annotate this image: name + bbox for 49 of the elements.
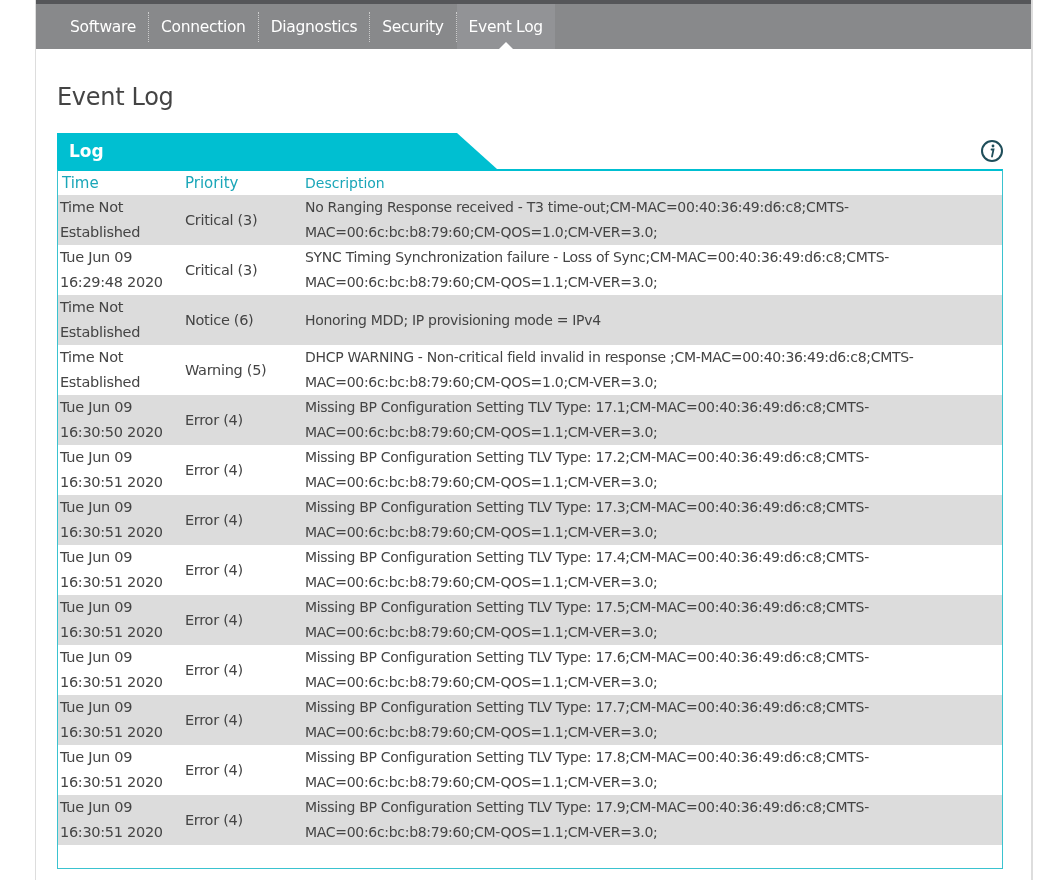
nav-tab[interactable]: Security bbox=[370, 4, 456, 49]
time-cell-text: Tue Jun 09 16:30:51 2020 bbox=[59, 598, 164, 642]
description-cell-text: Missing BP Configuration Setting TLV Type: 17.3;CM-MAC=00:40:36:49:d6:c8;CMTS-MAC=00:6c:bc:b8:79:60;CM-QOS=1.1;CM-VER=3.0; bbox=[305, 498, 870, 542]
priority-cell-text: Error (4) bbox=[185, 712, 244, 728]
priority-cell-text: Error (4) bbox=[185, 462, 244, 478]
description-cell-text: DHCP WARNING - Non-critical field invalid in response ;CM-MAC=00:40:36:49:d6:c8;CMTS-MAC=00:6c:bc:b8:79:60;CM-QOS=1.0;CM-VER=3.0; bbox=[305, 348, 915, 392]
priority-cell-text: Error (4) bbox=[185, 562, 244, 578]
time-cell-text: Tue Jun 09 16:29:48 2020 bbox=[59, 248, 164, 292]
priority-cell-text: Error (4) bbox=[185, 662, 244, 678]
time-cell-text: Tue Jun 09 16:30:50 2020 bbox=[59, 398, 164, 442]
priority-cell-text: Error (4) bbox=[185, 612, 244, 628]
description-cell-text: Missing BP Configuration Setting TLV Type: 17.4;CM-MAC=00:40:36:49:d6:c8;CMTS-MAC=00:6c:bc:b8:79:60;CM-QOS=1.1;CM-VER=3.0; bbox=[305, 548, 870, 592]
nav-tab[interactable]: Connection bbox=[148, 4, 258, 49]
nav-tab[interactable]: Diagnostics bbox=[258, 4, 370, 49]
priority-cell-text: Notice (6) bbox=[185, 312, 255, 328]
time-cell-text: Time Not Established bbox=[59, 298, 142, 342]
column-header: Priority bbox=[185, 174, 240, 192]
info-icon[interactable] bbox=[980, 139, 1004, 163]
description-cell-text: Missing BP Configuration Setting TLV Type: 17.6;CM-MAC=00:40:36:49:d6:c8;CMTS-MAC=00:6c:bc:b8:79:60;CM-QOS=1.1;CM-VER=3.0; bbox=[305, 648, 870, 692]
column-header: Time bbox=[61, 174, 100, 192]
description-cell-text: SYNC Timing Synchronization failure - Loss of Sync;CM-MAC=00:40:36:49:d6:c8;CMTS-MAC=00:6c:bc:b8:79:60;CM-QOS=1.1;CM-VER=3.0; bbox=[305, 248, 891, 292]
priority-cell-text: Error (4) bbox=[185, 412, 244, 428]
nav-tab[interactable]: Event Log bbox=[456, 4, 555, 49]
time-cell-text: Tue Jun 09 16:30:51 2020 bbox=[59, 498, 164, 542]
priority-cell-text: Error (4) bbox=[185, 762, 244, 778]
time-cell-text: Tue Jun 09 16:30:51 2020 bbox=[59, 548, 164, 592]
description-cell-text: Missing BP Configuration Setting TLV Type: 17.9;CM-MAC=00:40:36:49:d6:c8;CMTS-MAC=00:6c:bc:b8:79:60;CM-QOS=1.1;CM-VER=3.0; bbox=[305, 798, 870, 842]
page-title: Event Log bbox=[57, 83, 175, 111]
priority-cell-text: Error (4) bbox=[185, 812, 244, 828]
time-cell-text: Tue Jun 09 16:30:51 2020 bbox=[59, 798, 164, 842]
time-cell-text: Time Not Established bbox=[59, 198, 142, 242]
description-cell-text: Missing BP Configuration Setting TLV Type: 17.8;CM-MAC=00:40:36:49:d6:c8;CMTS-MAC=00:6c:bc:b8:79:60;CM-QOS=1.1;CM-VER=3.0; bbox=[305, 748, 870, 792]
description-cell-text: Missing BP Configuration Setting TLV Type: 17.1;CM-MAC=00:40:36:49:d6:c8;CMTS-MAC=00:6c:bc:b8:79:60;CM-QOS=1.1;CM-VER=3.0; bbox=[305, 398, 870, 442]
description-cell-text: No Ranging Response received - T3 time-out;CM-MAC=00:40:36:49:d6:c8;CMTS-MAC=00:6c:bc:b8:79:60;CM-QOS=1.0;CM-VER=3.0; bbox=[305, 198, 850, 242]
description-cell-text: Missing BP Configuration Setting TLV Type: 17.5;CM-MAC=00:40:36:49:d6:c8;CMTS-MAC=00:6c:bc:b8:79:60;CM-QOS=1.1;CM-VER=3.0; bbox=[305, 598, 870, 642]
description-cell-text: Missing BP Configuration Setting TLV Type: 17.2;CM-MAC=00:40:36:49:d6:c8;CMTS-MAC=00:6c:bc:b8:79:60;CM-QOS=1.1;CM-VER=3.0; bbox=[305, 448, 870, 492]
priority-cell-text: Critical (3) bbox=[185, 212, 259, 228]
time-cell-text: Tue Jun 09 16:30:51 2020 bbox=[59, 748, 164, 792]
priority-cell-text: Critical (3) bbox=[185, 262, 259, 278]
time-cell-text: Tue Jun 09 16:30:51 2020 bbox=[59, 698, 164, 742]
description-cell-text: Honoring MDD; IP provisioning mode = IPv4 bbox=[305, 310, 602, 330]
priority-cell-text: Error (4) bbox=[185, 512, 244, 528]
priority-cell-text: Warning (5) bbox=[185, 362, 268, 378]
description-cell-text: Missing BP Configuration Setting TLV Type: 17.7;CM-MAC=00:40:36:49:d6:c8;CMTS-MAC=00:6c:bc:b8:79:60;CM-QOS=1.1;CM-VER=3.0; bbox=[305, 698, 870, 742]
time-cell-text: Tue Jun 09 16:30:51 2020 bbox=[59, 648, 164, 692]
nav-tab[interactable]: Software bbox=[58, 4, 148, 49]
time-cell-text: Tue Jun 09 16:30:51 2020 bbox=[59, 448, 164, 492]
column-header: Description bbox=[305, 173, 386, 193]
time-cell-text: Time Not Established bbox=[59, 348, 142, 392]
